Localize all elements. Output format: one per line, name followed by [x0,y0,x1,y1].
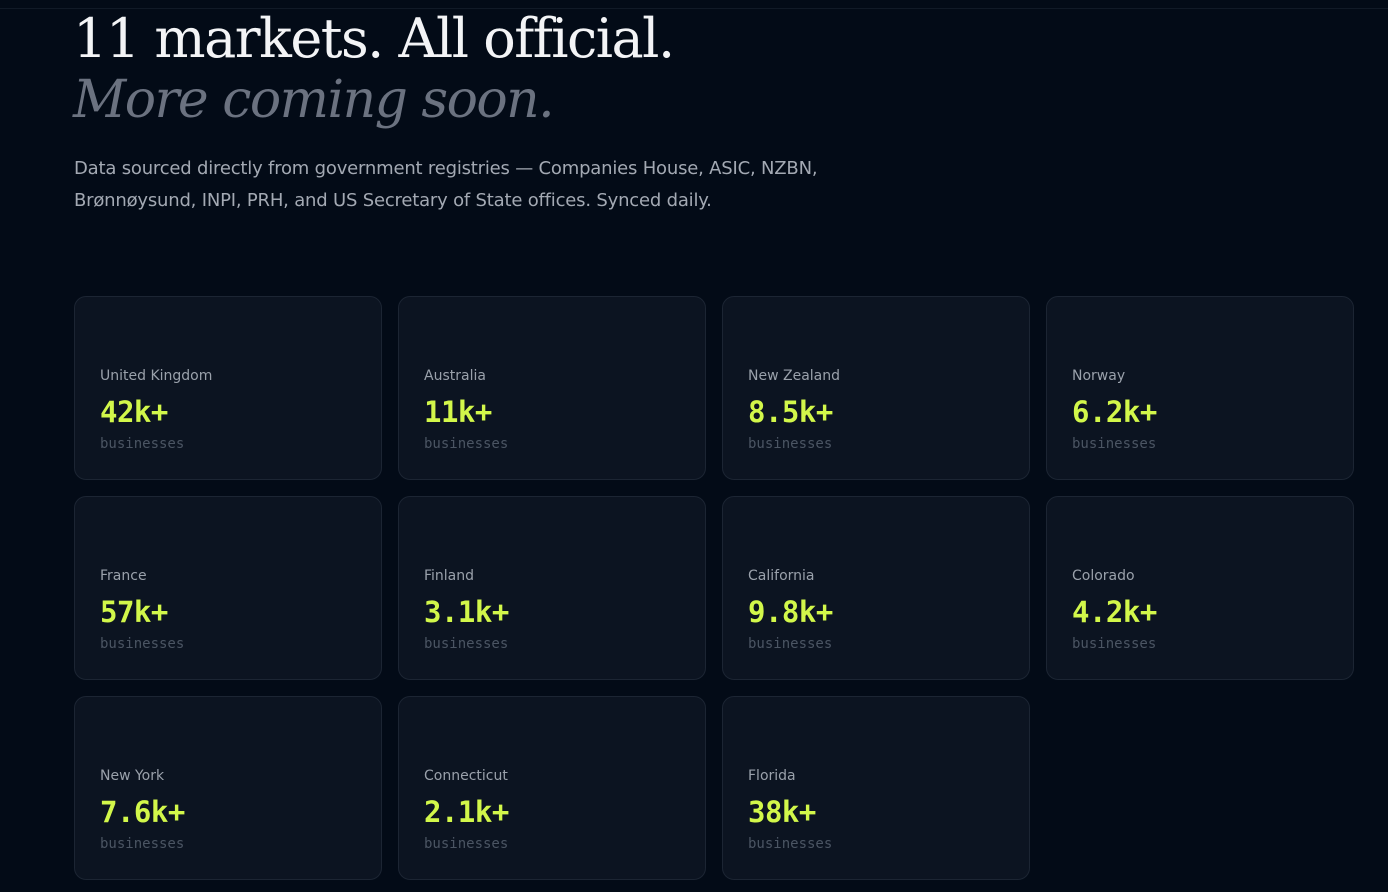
market-unit: businesses [1072,636,1157,652]
title-line-secondary: More coming soon. [73,70,555,130]
market-card-connecticut: Connecticut 2.1k+ businesses [398,696,706,880]
market-unit: businesses [424,636,509,652]
market-name: Norway [1072,368,1126,384]
market-name: Finland [424,568,475,584]
market-name: Connecticut [424,768,508,784]
page-title: 11 markets. All official. More coming so… [73,7,675,130]
market-unit: businesses [748,436,833,452]
market-count: 7.6k+ [100,795,185,829]
market-count: 3.1k+ [424,595,509,629]
market-card-norway: Norway 6.2k+ businesses [1046,296,1354,480]
market-unit: businesses [100,636,185,652]
market-count: 6.2k+ [1072,395,1157,429]
market-count: 9.8k+ [748,595,833,629]
market-card-united-kingdom: United Kingdom 42k+ businesses [74,296,382,480]
market-name: New York [100,768,165,784]
market-card-new-zealand: New Zealand 8.5k+ businesses [722,296,1030,480]
market-card-finland: Finland 3.1k+ businesses [398,496,706,680]
market-card-colorado: Colorado 4.2k+ businesses [1046,496,1354,680]
market-unit: businesses [100,436,185,452]
market-unit: businesses [100,836,185,852]
market-count: 4.2k+ [1072,595,1157,629]
market-name: France [100,568,147,584]
market-unit: businesses [748,636,833,652]
market-unit: businesses [424,836,509,852]
market-count: 8.5k+ [748,395,833,429]
market-unit: businesses [424,436,509,452]
market-name: New Zealand [748,368,840,384]
page-subtitle: Data sourced directly from government re… [74,158,818,211]
market-card-france: France 57k+ businesses [74,496,382,680]
market-card-new-york: New York 7.6k+ businesses [74,696,382,880]
market-unit: businesses [748,836,833,852]
markets-grid: United Kingdom 42k+ businesses Australia… [74,296,1354,880]
market-count: 2.1k+ [424,795,509,829]
market-count: 38k+ [748,795,816,829]
market-name: Florida [748,768,796,784]
market-count: 42k+ [100,395,168,429]
title-line-primary: 11 markets. All official. [73,7,675,70]
market-card-australia: Australia 11k+ businesses [398,296,706,480]
market-name: California [748,568,815,584]
market-name: United Kingdom [100,368,213,384]
market-card-california: California 9.8k+ businesses [722,496,1030,680]
market-card-florida: Florida 38k+ businesses [722,696,1030,880]
market-count: 11k+ [424,395,492,429]
market-name: Colorado [1072,568,1135,584]
market-count: 57k+ [100,595,168,629]
market-unit: businesses [1072,436,1157,452]
market-name: Australia [424,368,486,384]
